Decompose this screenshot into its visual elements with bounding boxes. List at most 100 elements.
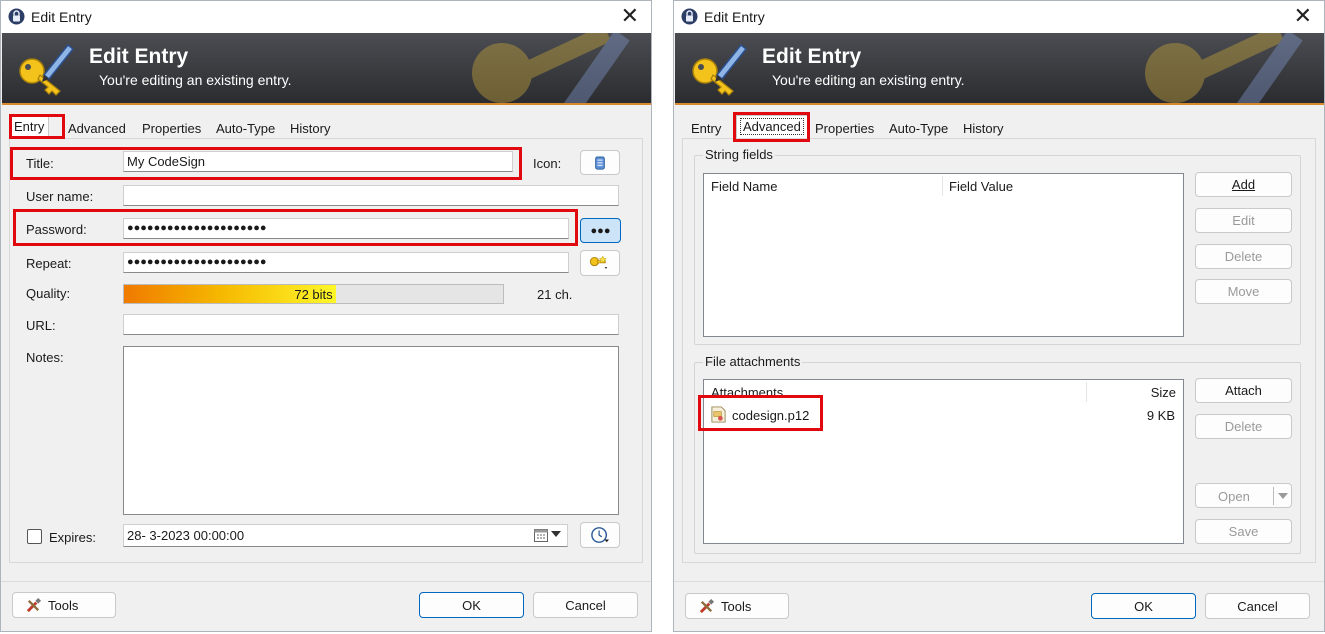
tab-auto-type[interactable]: Auto-Type (211, 117, 280, 139)
tab-properties[interactable]: Properties (137, 117, 206, 139)
window-title: Edit Entry (31, 9, 92, 25)
ok-button[interactable]: OK (419, 592, 524, 618)
tab-history-label: History (290, 121, 331, 136)
footer-separator (674, 581, 1324, 582)
attach-button-label: Attach (1225, 383, 1262, 398)
title-label: Title: (26, 156, 54, 171)
edit-field-button[interactable]: Edit (1195, 208, 1292, 233)
password-label: Password: (26, 222, 87, 237)
close-icon[interactable]: ✕ (621, 5, 639, 27)
tab-advanced[interactable]: Advanced (736, 115, 808, 139)
banner-title: Edit Entry (89, 45, 189, 68)
url-input[interactable] (123, 314, 619, 335)
tab-history-label: History (963, 121, 1004, 136)
edit-entry-window-entry-tab: Edit Entry ✕ Edit Entry You're editing a… (0, 0, 652, 632)
notes-label: Notes: (26, 350, 64, 365)
username-label: User name: (26, 189, 94, 204)
expires-datetime-input[interactable]: 28- 3-2023 00:00:00 (123, 524, 568, 547)
tab-entry[interactable]: Entry (9, 115, 50, 139)
size-column-header[interactable]: Size (1144, 380, 1183, 404)
attachment-name: codesign.p12 (732, 408, 810, 423)
title-bar: Edit Entry ✕ (1, 1, 651, 33)
expires-datetime-value: 28- 3-2023 00:00:00 (127, 528, 245, 543)
delete-field-button[interactable]: Delete (1195, 244, 1292, 269)
save-attachment-button-label: Save (1228, 524, 1259, 539)
move-field-button-label: Move (1227, 284, 1260, 299)
edit-entry-key-pen-icon (19, 43, 75, 96)
tools-button[interactable]: Tools (685, 593, 789, 619)
repeat-label: Repeat: (26, 256, 72, 271)
keepass-lock-icon (681, 8, 698, 25)
edit-field-button-label: Edit (1232, 213, 1255, 228)
field-name-column-header[interactable]: Field Name (704, 174, 784, 198)
banner-title: Edit Entry (762, 45, 862, 68)
tools-button[interactable]: Tools (12, 592, 116, 618)
attachments-column-header[interactable]: Attachments (704, 380, 790, 404)
banner: Edit Entry You're editing an existing en… (675, 33, 1324, 105)
tools-icon (699, 598, 715, 614)
title-bar: Edit Entry ✕ (674, 1, 1324, 33)
tab-entry-label: Entry (14, 119, 45, 134)
icon-picker-button[interactable] (580, 150, 620, 175)
reveal-password-button[interactable]: ●●● (580, 218, 621, 243)
close-icon[interactable]: ✕ (1294, 5, 1312, 27)
column-separator (1086, 382, 1087, 402)
add-field-button-label: Add (1231, 177, 1256, 192)
footer-separator (1, 581, 651, 582)
add-field-button[interactable]: Add (1195, 172, 1292, 197)
expires-dropdown-chevron-icon[interactable] (551, 531, 561, 538)
username-input[interactable] (123, 185, 619, 206)
ok-button[interactable]: OK (1091, 593, 1196, 619)
attach-button[interactable]: Attach (1195, 378, 1292, 403)
repeat-password-input[interactable]: ●●●●●●●●●●●●●●●●●●●●● (123, 252, 569, 273)
tab-auto-type[interactable]: Auto-Type (884, 117, 953, 139)
tab-entry[interactable]: Entry (686, 117, 726, 139)
banner-watermark-icon (472, 33, 630, 103)
tools-icon (26, 597, 42, 613)
tools-button-label: Tools (48, 598, 79, 613)
calendar-icon[interactable] (534, 528, 548, 542)
notes-textarea[interactable] (123, 346, 619, 515)
field-value-column-header[interactable]: Field Value (942, 174, 1020, 198)
tab-advanced[interactable]: Advanced (63, 117, 131, 139)
save-attachment-button[interactable]: Save (1195, 519, 1292, 544)
delete-field-button-label: Delete (1224, 249, 1263, 264)
attachment-row[interactable]: codesign.p12 9 KB (704, 404, 1183, 426)
edit-entry-window-advanced-tab: Edit Entry ✕ Edit Entry You're editing a… (673, 0, 1325, 632)
tab-history[interactable]: History (285, 117, 335, 139)
expiry-presets-button[interactable] (580, 522, 620, 548)
tab-auto-type-label: Auto-Type (889, 121, 949, 136)
delete-attachment-button[interactable]: Delete (1195, 414, 1292, 439)
tools-button-label: Tools (721, 599, 752, 614)
expires-checkbox[interactable] (27, 529, 42, 544)
expires-label: Expires: (49, 530, 96, 545)
split-button-divider (1273, 487, 1274, 505)
title-input[interactable]: My CodeSign (123, 151, 513, 172)
cancel-button[interactable]: Cancel (533, 592, 638, 618)
generator-key-icon (589, 255, 608, 269)
file-attachments-group-title: File attachments (703, 354, 803, 369)
edit-entry-key-pen-icon (692, 43, 748, 96)
cancel-button[interactable]: Cancel (1205, 593, 1310, 619)
tab-advanced-label: Advanced (740, 118, 804, 135)
certificate-file-icon (711, 406, 726, 423)
open-attachment-button-label: Open (1218, 489, 1250, 504)
quality-bits-text: 72 bits (294, 287, 333, 302)
quality-bar: 72 bits (123, 284, 504, 304)
tab-properties[interactable]: Properties (810, 117, 879, 139)
icon-label: Icon: (533, 156, 562, 171)
string-fields-group-title: String fields (703, 147, 775, 162)
move-field-button[interactable]: Move (1195, 279, 1292, 304)
tab-history[interactable]: History (958, 117, 1008, 139)
banner: Edit Entry You're editing an existing en… (2, 33, 651, 105)
string-fields-list[interactable]: Field Name Field Value (703, 173, 1184, 337)
window-title: Edit Entry (704, 9, 765, 25)
open-attachment-button[interactable]: Open (1195, 483, 1292, 508)
quality-char-count: 21 ch. (537, 287, 573, 302)
attachments-list[interactable]: Attachments Size codesign.p12 9 KB (703, 379, 1184, 544)
open-dropdown-chevron-icon[interactable] (1278, 493, 1288, 500)
password-generator-button[interactable] (580, 250, 620, 276)
tab-properties-label: Properties (815, 121, 875, 136)
password-input[interactable]: ●●●●●●●●●●●●●●●●●●●●● (123, 218, 569, 239)
quality-label: Quality: (26, 286, 71, 301)
